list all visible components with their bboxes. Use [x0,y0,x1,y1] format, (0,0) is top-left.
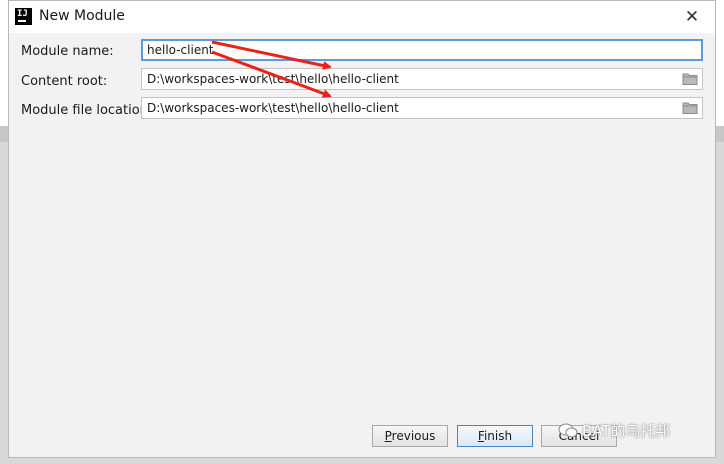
watermark: BAT的乌托邦 [558,420,671,441]
module-file-location-label: Module file location: [21,103,153,118]
content-root-label: Content root: [21,74,108,89]
app-logo-icon: IJ [15,8,32,25]
previous-mnemonic: P [384,429,392,443]
close-icon[interactable]: ✕ [680,6,704,28]
previous-label: revious [391,429,436,443]
content-root-input[interactable] [141,68,703,90]
folder-icon[interactable] [682,102,698,114]
dialog-titlebar: IJ New Module ✕ [9,1,715,33]
module-name-label: Module name: [21,44,114,59]
finish-label: inish [483,429,513,443]
previous-button[interactable]: Previous [372,425,448,447]
folder-icon[interactable] [682,73,698,85]
new-module-dialog: IJ New Module ✕ Module name: Content roo… [8,0,716,458]
module-file-location-input[interactable] [141,97,703,119]
finish-button[interactable]: Finish [457,425,533,447]
wechat-icon [558,423,578,438]
dialog-title: New Module [39,8,125,24]
module-name-input[interactable] [141,39,703,61]
watermark-text: BAT的乌托邦 [582,422,671,440]
